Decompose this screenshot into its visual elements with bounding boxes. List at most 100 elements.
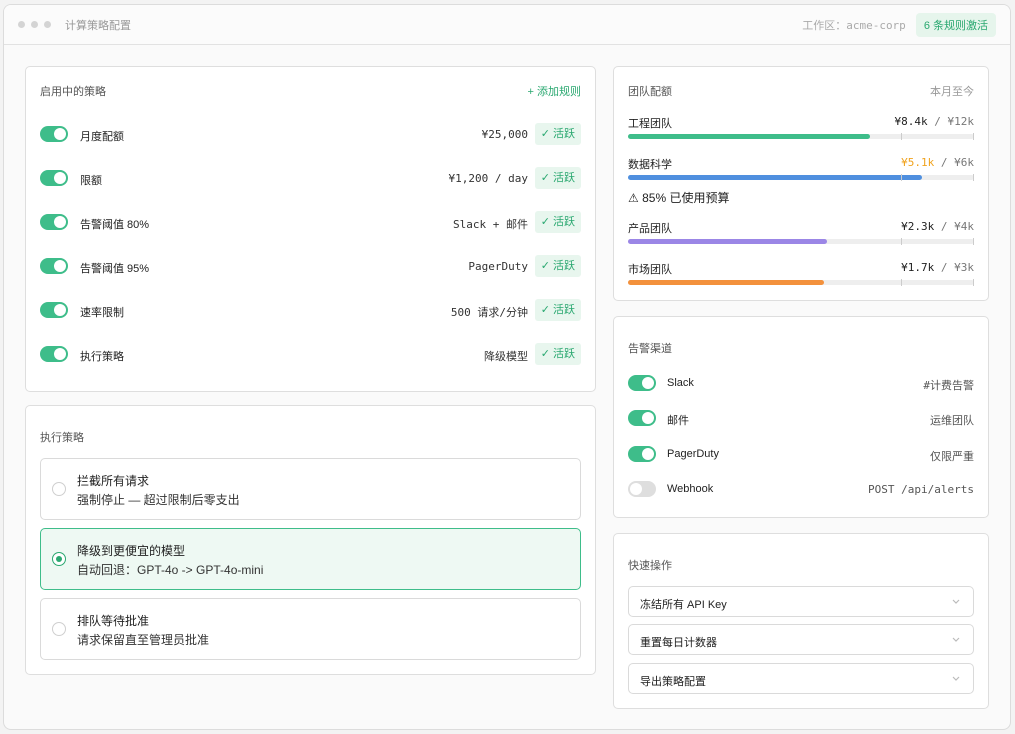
- status-badge: ✓ 活跃: [534, 255, 581, 277]
- team-name: 工程团队: [628, 118, 672, 130]
- add-rule-button[interactable]: + 添加规则: [528, 83, 581, 99]
- channel-name: 邮件: [667, 415, 689, 427]
- alert-channels-title: 告警渠道: [628, 343, 672, 355]
- channel-row-email: 邮件 运维团队: [628, 410, 974, 427]
- window-controls: [18, 21, 51, 28]
- policy-toggle[interactable]: [40, 126, 68, 142]
- team-used: ¥5.1k: [901, 156, 935, 169]
- enforcement-option-downgrade[interactable]: 降级到更便宜的模型 自动回退：GPT-4o -> GPT-4o-mini: [40, 528, 581, 590]
- quick-action-freeze-keys[interactable]: 冻结所有 API Key: [628, 586, 974, 617]
- threshold-tick: [901, 238, 903, 245]
- team-budgets-card: 团队配额 本月至今 工程团队 ¥8.4k / ¥12k 数据科学 ¥5.1k /…: [613, 66, 989, 301]
- policy-value: ¥25,000: [481, 128, 528, 141]
- team-used: ¥1.7k: [901, 261, 935, 274]
- alert-channels-card: 告警渠道 Slack #计费告警 邮件 运维团队 PagerDuty 仅限严重 …: [613, 316, 989, 518]
- policy-toggle[interactable]: [40, 214, 68, 230]
- policy-row-enforcement: 执行策略 降级模型 ✓ 活跃: [40, 343, 581, 365]
- channel-target: 运维团队: [930, 414, 974, 427]
- minimize-dot-icon[interactable]: [31, 21, 38, 28]
- status-badge: ✓ 活跃: [534, 211, 581, 233]
- channel-row-pagerduty: PagerDuty 仅限严重: [628, 446, 974, 463]
- enforcement-title: 执行策略: [40, 432, 84, 444]
- team-amount: ¥2.3k / ¥4k: [901, 220, 974, 233]
- policy-toggle[interactable]: [40, 346, 68, 362]
- policy-toggle[interactable]: [40, 170, 68, 186]
- chevron-down-icon: [952, 637, 960, 642]
- channel-name: Webhook: [667, 483, 714, 495]
- budget-progress-bar: [628, 133, 974, 140]
- status-badge: ✓ 活跃: [534, 167, 581, 189]
- channel-toggle[interactable]: [628, 481, 656, 497]
- channel-toggle[interactable]: [628, 446, 656, 462]
- team-budgets-title: 团队配额: [628, 86, 672, 98]
- chevron-down-icon: [952, 676, 960, 681]
- policy-value: PagerDuty: [468, 260, 528, 273]
- radio-button[interactable]: [52, 622, 66, 636]
- team-cap: ¥6k: [954, 156, 974, 169]
- status-badge: ✓ 活跃: [534, 299, 581, 321]
- policy-row-alert-80: 告警阈值 80% Slack + 邮件 ✓ 活跃: [40, 211, 581, 233]
- quick-action-reset-counters[interactable]: 重置每日计数器: [628, 624, 974, 655]
- radio-button[interactable]: [52, 552, 66, 566]
- budget-warning: ⚠ 85% 已使用预算: [628, 191, 730, 205]
- limit-tick: [973, 133, 974, 140]
- team-amount: ¥1.7k / ¥3k: [901, 261, 974, 274]
- policy-value: 降级模型: [484, 350, 528, 363]
- policy-name: 限额: [80, 175, 102, 187]
- channel-row-webhook: Webhook POST /api/alerts: [628, 481, 974, 497]
- channel-toggle[interactable]: [628, 375, 656, 391]
- policy-name: 执行策略: [80, 351, 124, 363]
- budget-progress-bar: [628, 174, 974, 181]
- option-title: 拦截所有请求: [77, 474, 150, 488]
- enforcement-option-block[interactable]: 拦截所有请求 强制停止 — 超过限制后零支出: [40, 458, 581, 520]
- channel-name: Slack: [667, 377, 694, 389]
- budget-progress-fill: [628, 280, 825, 285]
- option-description: 请求保留直至管理员批准: [77, 633, 210, 647]
- threshold-tick: [901, 174, 903, 181]
- team-name: 数据科学: [628, 159, 672, 171]
- chevron-down-icon: [952, 599, 960, 604]
- enforcement-card: 执行策略 拦截所有请求 强制停止 — 超过限制后零支出 降级到更便宜的模型 自动…: [25, 405, 596, 675]
- policy-row-monthly-quota: 月度配额 ¥25,000 ✓ 活跃: [40, 123, 581, 145]
- team-separator: /: [934, 156, 955, 169]
- channel-toggle[interactable]: [628, 410, 656, 426]
- active-rules-badge: 6 条规则激活: [915, 12, 996, 37]
- budget-progress-fill: [628, 239, 827, 244]
- enforcement-option-queue[interactable]: 排队等待批准 请求保留直至管理员批准: [40, 598, 581, 660]
- quick-action-export-config[interactable]: 导出策略配置: [628, 663, 974, 694]
- policy-toggle[interactable]: [40, 258, 68, 274]
- policy-name: 速率限制: [80, 307, 124, 319]
- policy-row-alert-95: 告警阈值 95% PagerDuty ✓ 活跃: [40, 255, 581, 277]
- policy-toggle[interactable]: [40, 302, 68, 318]
- policy-name: 告警阈值 95%: [80, 263, 150, 275]
- team-name: 市场团队: [628, 264, 672, 276]
- quick-action-label: 冻结所有 API Key: [640, 599, 727, 611]
- period-label: 本月至今: [930, 86, 974, 98]
- close-dot-icon[interactable]: [18, 21, 25, 28]
- policy-row-limit: 限额 ¥1,200 / day ✓ 活跃: [40, 167, 581, 189]
- quick-action-label: 导出策略配置: [640, 676, 706, 688]
- budget-progress-bar: [628, 279, 974, 286]
- budget-progress-fill: [628, 175, 923, 180]
- maximize-dot-icon[interactable]: [44, 21, 51, 28]
- budget-progress-fill: [628, 134, 871, 139]
- team-separator: /: [934, 261, 955, 274]
- policy-value: ¥1,200 / day: [448, 172, 528, 185]
- team-cap: ¥12k: [947, 115, 975, 128]
- radio-button[interactable]: [52, 482, 66, 496]
- limit-tick: [973, 174, 974, 181]
- threshold-tick: [901, 279, 903, 286]
- team-amount: ¥5.1k / ¥6k: [901, 156, 974, 169]
- channel-name: PagerDuty: [667, 448, 719, 460]
- channel-target: 仅限严重: [930, 450, 974, 463]
- team-cap: ¥4k: [954, 220, 974, 233]
- window-title: 计算策略配置: [65, 19, 131, 32]
- team-cap: ¥3k: [954, 261, 974, 274]
- channel-row-slack: Slack #计费告警: [628, 375, 974, 392]
- channel-target: #计费告警: [923, 379, 974, 392]
- option-description: 自动回退：GPT-4o -> GPT-4o-mini: [77, 563, 264, 577]
- app-window: 计算策略配置 工作区：acme-corp 6 条规则激活 启用中的策略 + 添加…: [3, 4, 1011, 730]
- option-title: 降级到更便宜的模型: [77, 544, 186, 558]
- team-used: ¥2.3k: [901, 220, 935, 233]
- team-used: ¥8.4k: [894, 115, 928, 128]
